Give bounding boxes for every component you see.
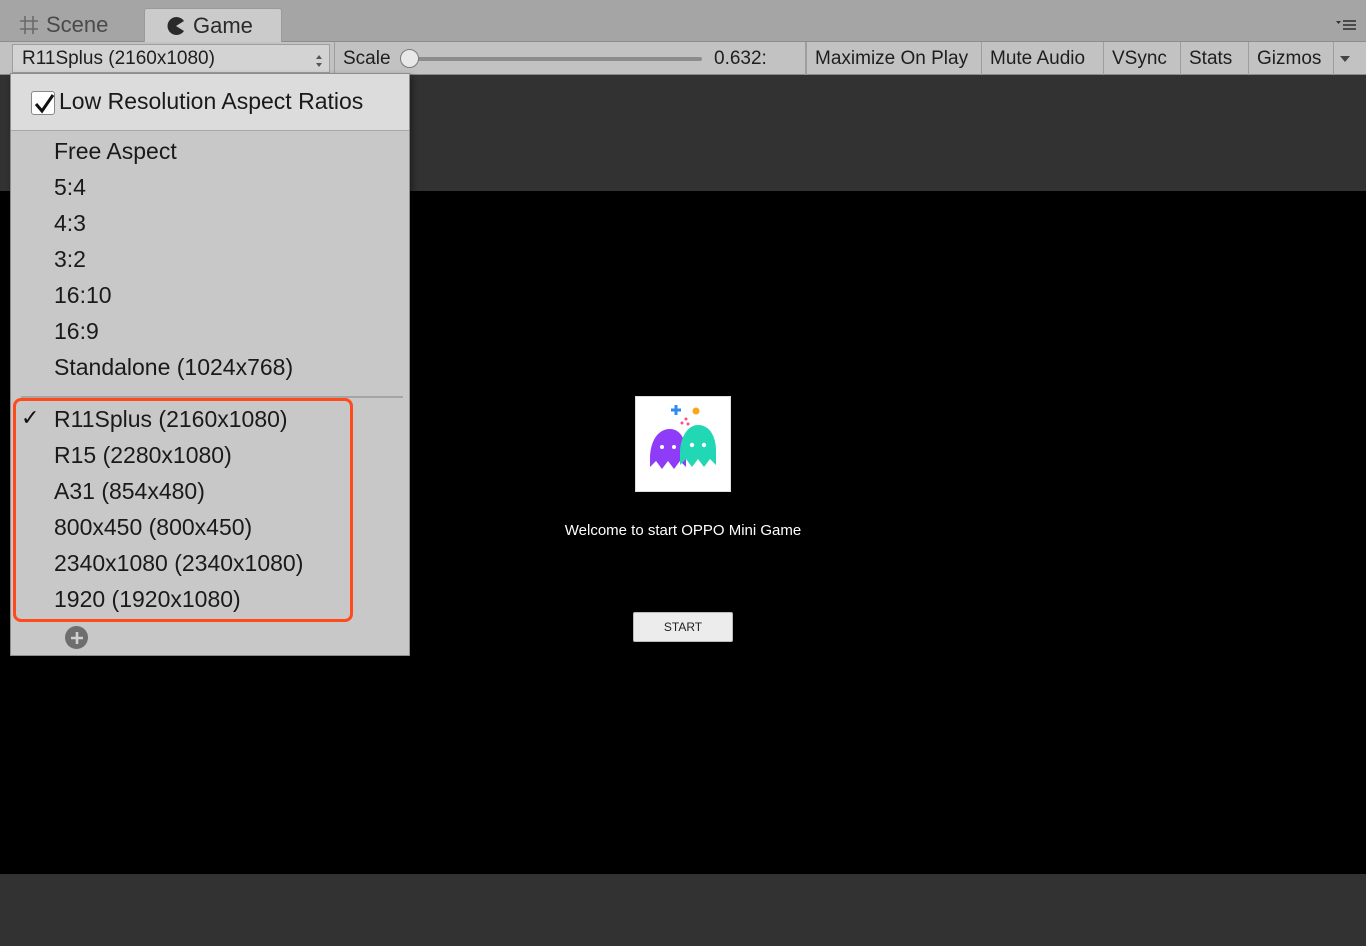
menu-item-r11splus[interactable]: R11Splus (2160x1080): [54, 404, 288, 434]
tab-bar: Scene Game: [0, 0, 1366, 42]
stats-toggle[interactable]: Stats: [1181, 42, 1249, 75]
scale-slider-track[interactable]: [410, 57, 702, 61]
menu-item-2340x1080[interactable]: 2340x1080 (2340x1080): [54, 548, 303, 578]
menu-item-16-9[interactable]: 16:9: [54, 316, 99, 346]
game-view-letterbox-bottom: [0, 874, 1366, 946]
menu-item-standalone[interactable]: Standalone (1024x768): [54, 352, 293, 382]
menu-item-3-2[interactable]: 3:2: [54, 244, 86, 274]
menu-item-1920[interactable]: 1920 (1920x1080): [54, 584, 241, 614]
resolution-dropdown-label: R11Splus (2160x1080): [22, 47, 215, 69]
menu-item-free-aspect[interactable]: Free Aspect: [54, 136, 177, 166]
gizmos-toggle[interactable]: Gizmos: [1249, 42, 1334, 75]
pacman-icon: [165, 15, 187, 37]
scale-slider-thumb[interactable]: [400, 49, 419, 68]
tab-scene[interactable]: Scene: [18, 8, 108, 42]
menu-item-800x450[interactable]: 800x450 (800x450): [54, 512, 252, 542]
up-down-arrows-icon: [315, 52, 323, 67]
resolution-dropdown-menu: Low Resolution Aspect Ratios Free Aspect…: [10, 73, 410, 656]
tab-game-label: Game: [193, 12, 253, 38]
tab-scene-label: Scene: [46, 12, 109, 37]
menu-item-16-10[interactable]: 16:10: [54, 280, 112, 310]
maximize-on-play-toggle[interactable]: Maximize On Play: [806, 42, 982, 75]
scale-label: Scale: [334, 42, 399, 75]
mute-audio-toggle[interactable]: Mute Audio: [982, 42, 1104, 75]
menu-item-5-4[interactable]: 5:4: [54, 172, 86, 202]
scale-value: 0.632:: [706, 42, 806, 75]
game-toolbar: R11Splus (2160x1080) Scale 0.632: Maximi…: [0, 42, 1366, 75]
vsync-toggle[interactable]: VSync: [1104, 42, 1181, 75]
panel-menu-icon[interactable]: [1336, 18, 1356, 32]
low-resolution-checkbox[interactable]: [31, 91, 55, 115]
gizmos-dropdown-icon[interactable]: [1334, 42, 1356, 75]
low-resolution-label: Low Resolution Aspect Ratios: [59, 88, 364, 114]
start-button[interactable]: START: [633, 612, 733, 642]
menu-item-4-3[interactable]: 4:3: [54, 208, 86, 238]
selected-check-icon: ✓: [21, 405, 40, 430]
menu-item-r15[interactable]: R15 (2280x1080): [54, 440, 232, 470]
low-resolution-option[interactable]: Low Resolution Aspect Ratios: [11, 74, 409, 131]
grid-icon: [18, 14, 40, 36]
unity-game-window: Scene Game R11Splus (2160x1080) Scale 0.…: [0, 0, 1366, 946]
add-resolution-button[interactable]: [65, 626, 88, 649]
plus-icon: [70, 631, 83, 644]
tab-game[interactable]: Game: [144, 8, 282, 42]
oppo-mini-game-logo: [635, 396, 731, 492]
menu-item-a31[interactable]: A31 (854x480): [54, 476, 205, 506]
resolution-dropdown[interactable]: R11Splus (2160x1080): [12, 44, 330, 73]
welcome-text: Welcome to start OPPO Mini Game: [564, 522, 802, 539]
